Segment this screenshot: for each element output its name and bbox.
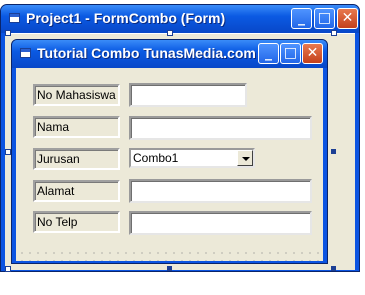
resize-handle-bottom-right[interactable] [331, 266, 336, 271]
maximize-button[interactable]: □ [314, 8, 335, 29]
form-title: Tutorial Combo TunasMedia.com [37, 45, 256, 61]
form-maximize-button[interactable]: □ [280, 43, 301, 64]
form-icon [20, 48, 31, 58]
label-no-mahasiswa: No Mahasiswa [33, 84, 120, 106]
jurusan-combo[interactable]: Combo1 [129, 148, 255, 168]
label-alamat: Alamat [33, 180, 120, 202]
jurusan-combo-value: Combo1 [133, 151, 179, 165]
resize-handle-top-right[interactable] [331, 30, 337, 36]
resize-handle-bottom[interactable] [167, 266, 172, 271]
form-close-button[interactable]: ✕ [302, 43, 323, 64]
alamat-input[interactable] [129, 179, 312, 203]
no-mahasiswa-input[interactable] [129, 83, 247, 107]
form-minimize-button[interactable]: _ [258, 43, 279, 64]
form-title-bar[interactable]: Tutorial Combo TunasMedia.com _ □ ✕ [12, 40, 327, 68]
no-telp-input[interactable] [129, 211, 312, 235]
minimize-button[interactable]: _ [291, 8, 312, 29]
dropdown-arrow-icon[interactable] [237, 150, 253, 166]
designer-title-bar[interactable]: Project1 - FormCombo (Form) _ □ ✕ [1, 5, 359, 33]
close-button[interactable]: ✕ [337, 8, 358, 29]
designer-title: Project1 - FormCombo (Form) [26, 10, 226, 26]
resize-handle-bottom-left[interactable] [5, 266, 11, 272]
resize-handle-top[interactable] [167, 30, 173, 36]
resize-handle-top-left[interactable] [5, 30, 11, 36]
resize-handle-right[interactable] [331, 149, 336, 154]
label-jurusan: Jurusan [33, 148, 120, 170]
form-window: Tutorial Combo TunasMedia.com _ □ ✕ No M… [11, 39, 328, 264]
form-icon [9, 13, 20, 23]
label-nama: Nama [33, 116, 120, 138]
form-client-area: No Mahasiswa Nama Jurusan Combo1 Alamat … [16, 68, 323, 261]
label-no-telp: No Telp [33, 211, 120, 233]
nama-input[interactable] [129, 116, 312, 140]
design-grid [16, 247, 323, 261]
